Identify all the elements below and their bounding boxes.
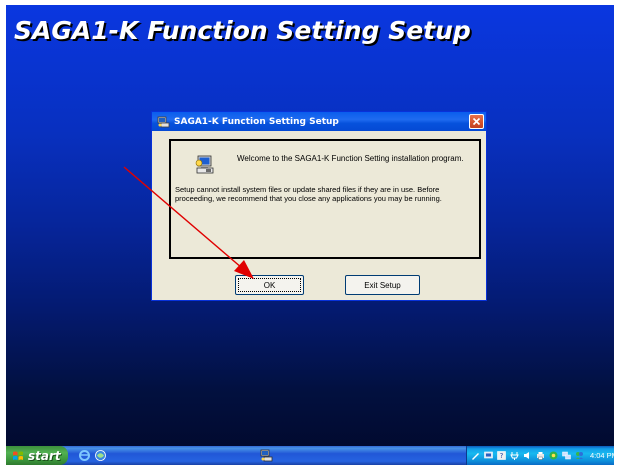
close-button[interactable] — [469, 114, 484, 129]
welcome-message: Welcome to the SAGA1-K Function Setting … — [237, 154, 464, 163]
ok-button[interactable]: OK — [235, 275, 304, 295]
desktop: SAGA1-K Function Setting Setup SAGA1-K F… — [6, 5, 614, 465]
windows-flag-icon — [13, 451, 23, 460]
browser-icon[interactable] — [94, 449, 107, 462]
taskbar: start ? 4:04 PM — [6, 446, 618, 465]
ie-icon[interactable] — [78, 449, 91, 462]
plug-icon[interactable] — [510, 451, 519, 460]
printer-icon[interactable] — [536, 451, 545, 460]
start-button[interactable]: start — [6, 446, 68, 465]
close-icon — [472, 117, 481, 126]
start-label: start — [28, 448, 61, 463]
network-connection-icon[interactable] — [562, 451, 571, 460]
security-icon[interactable] — [549, 451, 558, 460]
dialog-titlebar[interactable]: SAGA1-K Function Setting Setup — [152, 112, 486, 131]
setup-banner-title: SAGA1-K Function Setting Setup — [14, 16, 471, 45]
system-tray: ? 4:04 PM — [466, 446, 618, 465]
messenger-icon[interactable] — [575, 451, 584, 460]
setup-icon — [157, 116, 170, 128]
help-icon[interactable]: ? — [497, 451, 506, 460]
info-message: Setup cannot install system files or upd… — [175, 185, 442, 203]
dialog-message-panel: Welcome to the SAGA1-K Function Setting … — [169, 139, 481, 259]
setup-computer-icon — [194, 154, 216, 176]
pen-icon[interactable] — [471, 451, 480, 460]
sound-icon[interactable] — [523, 451, 532, 460]
dialog-title: SAGA1-K Function Setting Setup — [174, 116, 339, 127]
exit-setup-button[interactable]: Exit Setup — [345, 275, 420, 295]
taskbar-clock[interactable]: 4:04 PM — [590, 451, 618, 460]
setup-icon[interactable] — [260, 449, 273, 462]
network-icon[interactable] — [484, 451, 493, 460]
setup-dialog: SAGA1-K Function Setting Setup Welcome t… — [151, 111, 487, 301]
svg-text:?: ? — [500, 452, 504, 460]
